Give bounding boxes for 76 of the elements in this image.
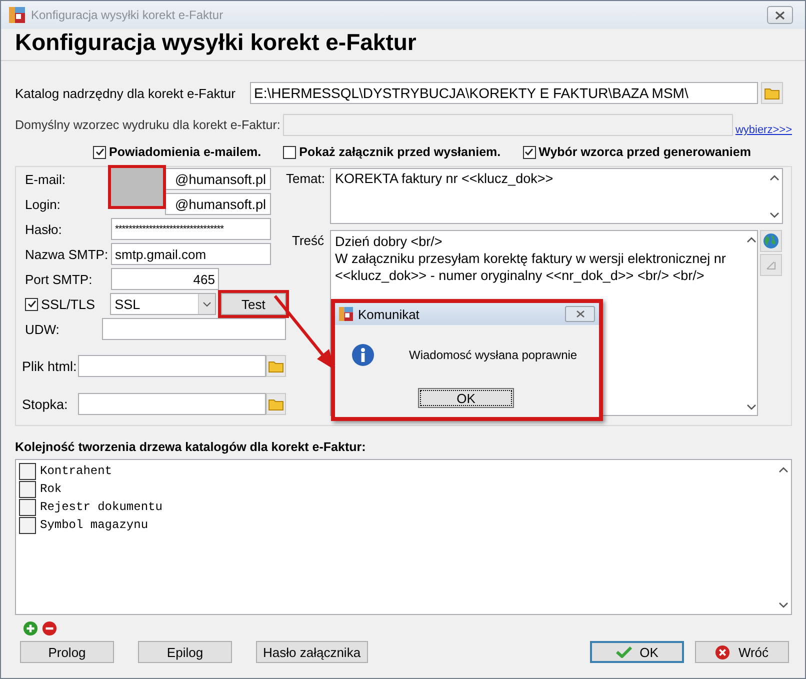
dialog-button[interactable]: Hasło załącznika (256, 641, 368, 663)
input-field[interactable]: smtp.gmail.com (111, 243, 271, 265)
dialog-message: Wiadomosć wysłana poprawnie (409, 348, 578, 362)
close-button[interactable] (565, 306, 595, 322)
app-icon (9, 7, 25, 23)
folder-button[interactable] (761, 82, 783, 104)
folder-button[interactable] (266, 393, 286, 415)
field-label: UDW: (24, 322, 60, 336)
list-item[interactable]: Rok (40, 482, 62, 496)
email-domain: @humansoft.pl (175, 172, 266, 186)
list-item[interactable]: Rejestr dokumentu (40, 500, 162, 514)
subject-text: KOREKTA faktury nr <<klucz_dok>> (335, 171, 554, 188)
dialog-button[interactable]: Epilog (138, 641, 232, 663)
checkbox[interactable] (522, 146, 536, 158)
checkbox[interactable] (19, 462, 36, 480)
body-text: Dzień dobry <br/> W załączniku przesyłam korektę faktury w wersji elektronicznej nr <<klucz_dok>> - numer oryginalny <<nr_dok_d>> <br/> <br/> (335, 233, 727, 284)
field-label: Hasło: (24, 222, 63, 236)
back-button[interactable]: Wróć (695, 641, 789, 663)
field-label: Stopka: (22, 396, 69, 412)
close-button[interactable] (767, 6, 793, 24)
field-label: Port SMTP: (24, 272, 94, 286)
input-field[interactable] (78, 393, 266, 415)
folder-button[interactable] (266, 355, 286, 377)
remove-icon[interactable] (42, 621, 57, 636)
checkbox[interactable] (283, 146, 296, 158)
checkbox-label: SSL/TLS (41, 296, 96, 312)
password-field[interactable]: ******************************** (111, 218, 271, 240)
checkmark-icon (616, 646, 632, 658)
field-label: Treść (291, 232, 326, 248)
ok-button[interactable]: OK (418, 388, 514, 408)
app-icon (339, 307, 353, 321)
checkbox-label: Pokaż załącznik przed wysłaniem. (299, 145, 501, 159)
field-label: Plik html: (22, 358, 78, 374)
checkbox[interactable] (19, 480, 36, 498)
field-label: E-mail: (24, 172, 66, 186)
chevron-down-icon (202, 302, 211, 306)
field-label: Login: (24, 196, 62, 212)
dialog-title: Komunikat (358, 306, 420, 322)
login-domain: @humansoft.pl (175, 196, 266, 212)
field-label: Nazwa SMTP: (24, 246, 110, 262)
list-item[interactable]: Kontrahent (40, 464, 112, 478)
checkbox[interactable] (19, 516, 36, 534)
checkbox-label: Wybór wzorca przed generowaniem (538, 145, 751, 159)
section-label: Kolejność tworzenia drzewa katalogów dla korekt e-Faktur: (15, 440, 367, 454)
dropdown[interactable]: SSL (110, 293, 216, 315)
checkbox[interactable] (19, 498, 36, 516)
checkbox[interactable] (93, 146, 106, 158)
input-field[interactable]: 465 (111, 268, 219, 290)
input-field[interactable]: E:\HERMESSQL\DYSTRYBUCJA\KOREKTY E FAKTUR\BAZA MSM\ (250, 82, 758, 104)
dialog-heading: Konfiguracja wysyłki korekt e-Faktur (15, 29, 416, 55)
dialog-button[interactable]: Prolog (20, 641, 114, 663)
close-icon (775, 10, 785, 20)
list-item[interactable]: Symbol magazynu (40, 518, 148, 532)
input-field[interactable] (102, 318, 286, 340)
globe-button[interactable] (760, 230, 782, 252)
checkbox[interactable] (25, 298, 38, 310)
folder-icon (268, 360, 284, 372)
input-field[interactable]: @humansoft.pl (165, 193, 271, 215)
info-icon (351, 343, 375, 367)
window-title: Konfiguracja wysyłki korekt e-Faktur (31, 8, 224, 22)
cancel-icon (715, 644, 730, 660)
add-icon[interactable] (23, 621, 38, 636)
subject-field[interactable]: KOREKTA faktury nr <<klucz_dok>> (330, 168, 783, 224)
ok-button[interactable]: OK (590, 641, 684, 663)
close-icon (576, 310, 584, 318)
field-label: Katalog nadrzędny dla korekt e-Faktur (15, 86, 236, 100)
checkbox-label: Powiadomienia e-mailem. (109, 145, 262, 159)
field-label: Domyślny wzorzec wydruku dla korekt e-Faktur: (15, 118, 280, 132)
input-field[interactable] (78, 355, 266, 377)
list-box[interactable]: Kontrahent Rok Rejestr dokumentu Symbol magazynu (15, 459, 792, 615)
input-field[interactable]: @humansoft.pl (165, 168, 271, 190)
test-button[interactable]: Test (220, 293, 286, 315)
globe-icon (763, 233, 779, 249)
folder-icon (764, 86, 780, 100)
folder-icon (268, 398, 284, 410)
field-label: Temat: (286, 170, 326, 186)
